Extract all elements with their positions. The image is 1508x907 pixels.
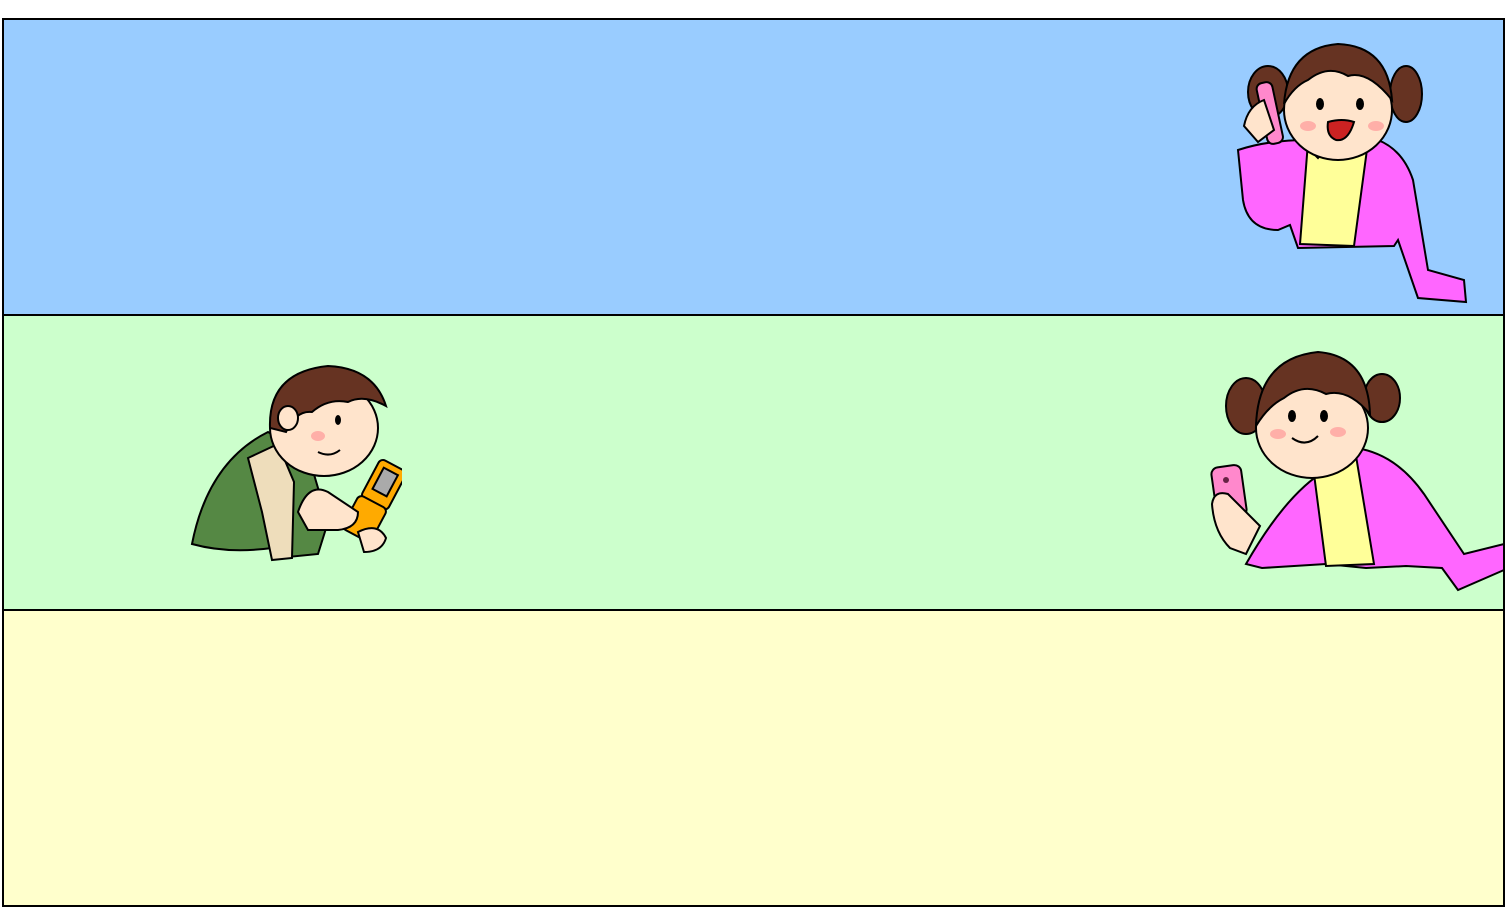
girl-holding-phone-illustration [1206, 344, 1508, 606]
boy-texting-on-flip-phone-illustration [188, 362, 402, 566]
panel-bottom [2, 609, 1505, 907]
girl-talking-on-phone-illustration [1228, 30, 1472, 314]
